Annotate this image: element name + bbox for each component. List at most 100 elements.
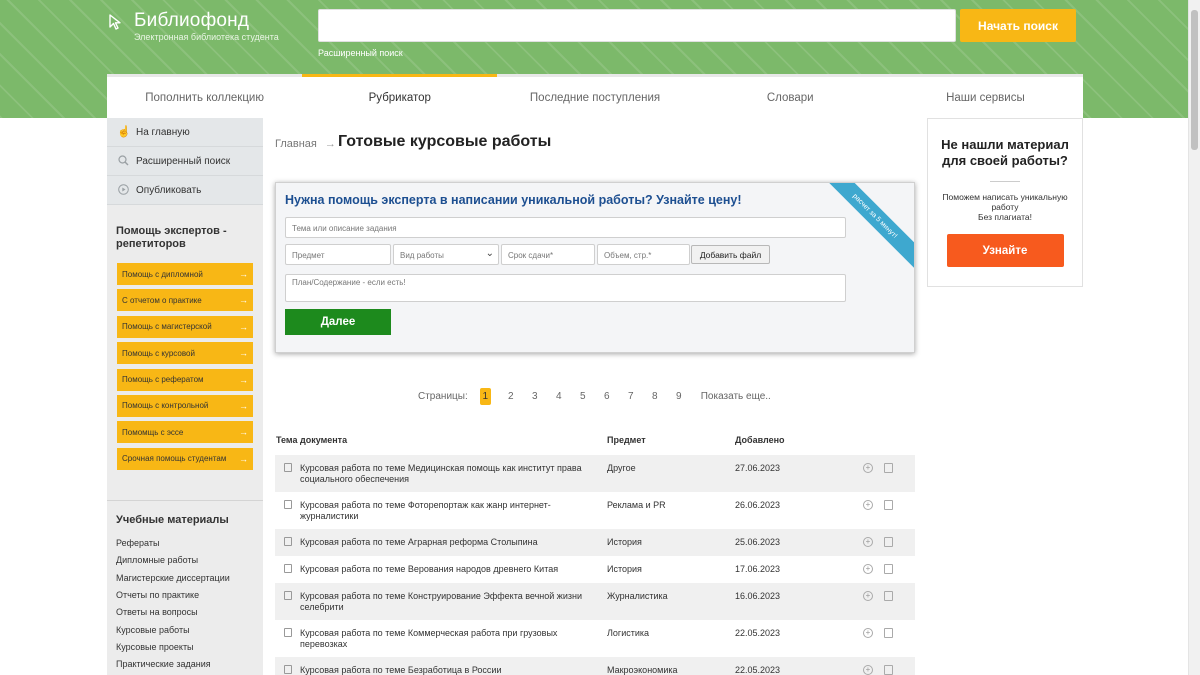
download-icon[interactable]: +: [863, 591, 873, 601]
download-icon[interactable]: +: [863, 665, 873, 675]
document-date: 25.06.2023: [735, 537, 781, 547]
page-link[interactable]: 4: [547, 391, 571, 402]
document-date: 16.06.2023: [735, 591, 781, 601]
material-link[interactable]: Практические задания: [116, 659, 254, 675]
document-icon: [284, 665, 292, 674]
table-header: Тема документа Предмет Добавлено: [275, 435, 915, 449]
help-item-essay-abstract[interactable]: Помощь с рефератом →: [117, 368, 253, 391]
expert-order-form: Нужна помощь эксперта в написании уникал…: [275, 182, 915, 353]
table-row: Курсовая работа по теме Конструирование …: [275, 583, 915, 620]
material-link[interactable]: Рефераты: [116, 538, 254, 555]
breadcrumb-home[interactable]: Главная: [275, 138, 317, 150]
next-button[interactable]: Далее: [285, 309, 391, 335]
file-icon[interactable]: [884, 463, 893, 473]
expert-help-list: Помощь с дипломной → С отчетом о практике…: [107, 251, 263, 470]
left-sidebar: ☝ На главную Расширенный поиск Опубликов…: [107, 118, 263, 675]
tab-services[interactable]: Наши сервисы: [887, 74, 1084, 118]
breadcrumb-arrow-icon: →: [324, 138, 336, 150]
file-icon[interactable]: [884, 665, 893, 675]
scrollbar-thumb[interactable]: [1191, 10, 1198, 150]
document-title-link[interactable]: Курсовая работа по теме Верования народо…: [300, 564, 590, 575]
download-icon[interactable]: +: [863, 564, 873, 574]
download-icon[interactable]: +: [863, 500, 873, 510]
download-icon[interactable]: +: [863, 463, 873, 473]
help-item-diploma[interactable]: Помощь с дипломной →: [117, 263, 253, 285]
column-header-subject: Предмет: [607, 435, 646, 445]
arrow-right-icon: →: [239, 295, 248, 306]
document-title-link[interactable]: Курсовая работа по теме Аграрная реформа…: [300, 537, 590, 548]
plan-textarea[interactable]: План/Содержание - если есть!: [285, 274, 846, 302]
help-item-test[interactable]: Помощь с контрольной →: [117, 394, 253, 417]
help-item-label: С отчетом о практике: [122, 295, 202, 305]
material-link[interactable]: Курсовые проекты: [116, 642, 254, 659]
sidebar-item-advanced-search[interactable]: Расширенный поиск: [107, 147, 263, 176]
table-row: Курсовая работа по теме Коммерческая раб…: [275, 620, 915, 657]
file-icon[interactable]: [884, 591, 893, 601]
file-icon[interactable]: [884, 628, 893, 638]
deadline-field[interactable]: Срок сдачи*: [501, 244, 595, 265]
material-link[interactable]: Магистерские диссертации: [116, 573, 254, 590]
document-title-link[interactable]: Курсовая работа по теме Безработица в Ро…: [300, 665, 590, 675]
page-link[interactable]: 8: [643, 391, 667, 402]
material-link[interactable]: Ответы на вопросы: [116, 607, 254, 624]
attach-file-button[interactable]: Добавить файл: [691, 245, 770, 264]
table-row: Курсовая работа по теме Медицинская помо…: [275, 455, 915, 492]
column-header-doc: Тема документа: [276, 435, 348, 445]
file-icon[interactable]: [884, 537, 893, 547]
help-item-master[interactable]: Помощь с магистерской →: [117, 315, 253, 338]
show-more-link[interactable]: Показать еще..: [701, 391, 771, 402]
document-icon: [284, 463, 292, 472]
material-link[interactable]: Дипломные работы: [116, 555, 254, 572]
document-title-link[interactable]: Курсовая работа по теме Фоторепортаж как…: [300, 500, 590, 522]
subject-field[interactable]: Предмет: [285, 244, 391, 265]
logo-subtitle: Электронная библиотека студента: [134, 32, 279, 42]
page-current[interactable]: 1: [479, 387, 491, 405]
material-link[interactable]: Курсовые работы: [116, 625, 254, 642]
help-item-label: Помощь с магистерской: [122, 322, 212, 332]
page-link[interactable]: 6: [595, 391, 619, 402]
sidebar-item-publish[interactable]: Опубликовать: [107, 176, 263, 205]
file-icon[interactable]: [884, 500, 893, 510]
topic-field[interactable]: Тема или описание задания: [285, 217, 846, 238]
help-item-urgent[interactable]: Срочная помощь студентам →: [117, 447, 253, 470]
document-title-link[interactable]: Курсовая работа по теме Медицинская помо…: [300, 463, 590, 485]
tab-rubricator[interactable]: Рубрикатор: [302, 74, 498, 118]
page-scrollbar[interactable]: [1188, 0, 1200, 675]
hand-pointer-icon: ☝: [117, 126, 131, 138]
arrow-right-icon: →: [239, 321, 248, 332]
logo-title: Библиофонд: [134, 10, 250, 31]
tab-latest[interactable]: Последние поступления: [497, 74, 693, 118]
arrow-right-icon: →: [239, 453, 248, 464]
arrow-right-icon: →: [239, 269, 248, 279]
chevron-down-icon: ⌄: [485, 248, 494, 259]
material-link[interactable]: Отчеты по практике: [116, 590, 254, 607]
help-item-coursework[interactable]: Помощь с курсовой →: [117, 342, 253, 365]
document-title-link[interactable]: Курсовая работа по теме Конструирование …: [300, 591, 590, 613]
page-link[interactable]: 7: [619, 391, 643, 402]
document-title-link[interactable]: Курсовая работа по теме Коммерческая раб…: [300, 628, 590, 650]
file-icon[interactable]: [884, 564, 893, 574]
download-icon[interactable]: +: [863, 537, 873, 547]
work-type-select[interactable]: Вид работы ⌄: [393, 244, 499, 265]
promo-text-no-plagiarism: Без плагиата!: [978, 212, 1032, 222]
page-link[interactable]: 5: [571, 391, 595, 402]
volume-field[interactable]: Объем, стр.*: [597, 244, 690, 265]
search-button[interactable]: Начать поиск: [960, 9, 1076, 42]
advanced-search-link[interactable]: Расширенный поиск: [318, 48, 403, 58]
search-input[interactable]: [318, 9, 956, 42]
find-out-button[interactable]: Узнайте: [946, 234, 1064, 267]
tab-dictionaries[interactable]: Словари: [692, 74, 888, 118]
page-link[interactable]: 2: [499, 391, 523, 402]
document-date: 17.06.2023: [735, 564, 781, 574]
tab-add-collection[interactable]: Пополнить коллекцию: [107, 74, 303, 118]
help-item-practice-report[interactable]: С отчетом о практике →: [117, 289, 253, 312]
sidebar-item-home[interactable]: ☝ На главную: [107, 118, 263, 147]
download-icon[interactable]: +: [863, 628, 873, 638]
page-link[interactable]: 3: [523, 391, 547, 402]
help-item-essay[interactable]: Помомщь с эссе →: [117, 421, 253, 444]
materials-list: Рефераты Дипломные работы Магистерские д…: [107, 526, 263, 675]
page-link[interactable]: 9: [667, 391, 691, 402]
table-row: Курсовая работа по теме Аграрная реформа…: [275, 529, 915, 556]
help-item-label: Помощь с курсовой: [122, 348, 195, 358]
main-nav-tabs: Пополнить коллекцию Рубрикатор Последние…: [107, 74, 1084, 118]
